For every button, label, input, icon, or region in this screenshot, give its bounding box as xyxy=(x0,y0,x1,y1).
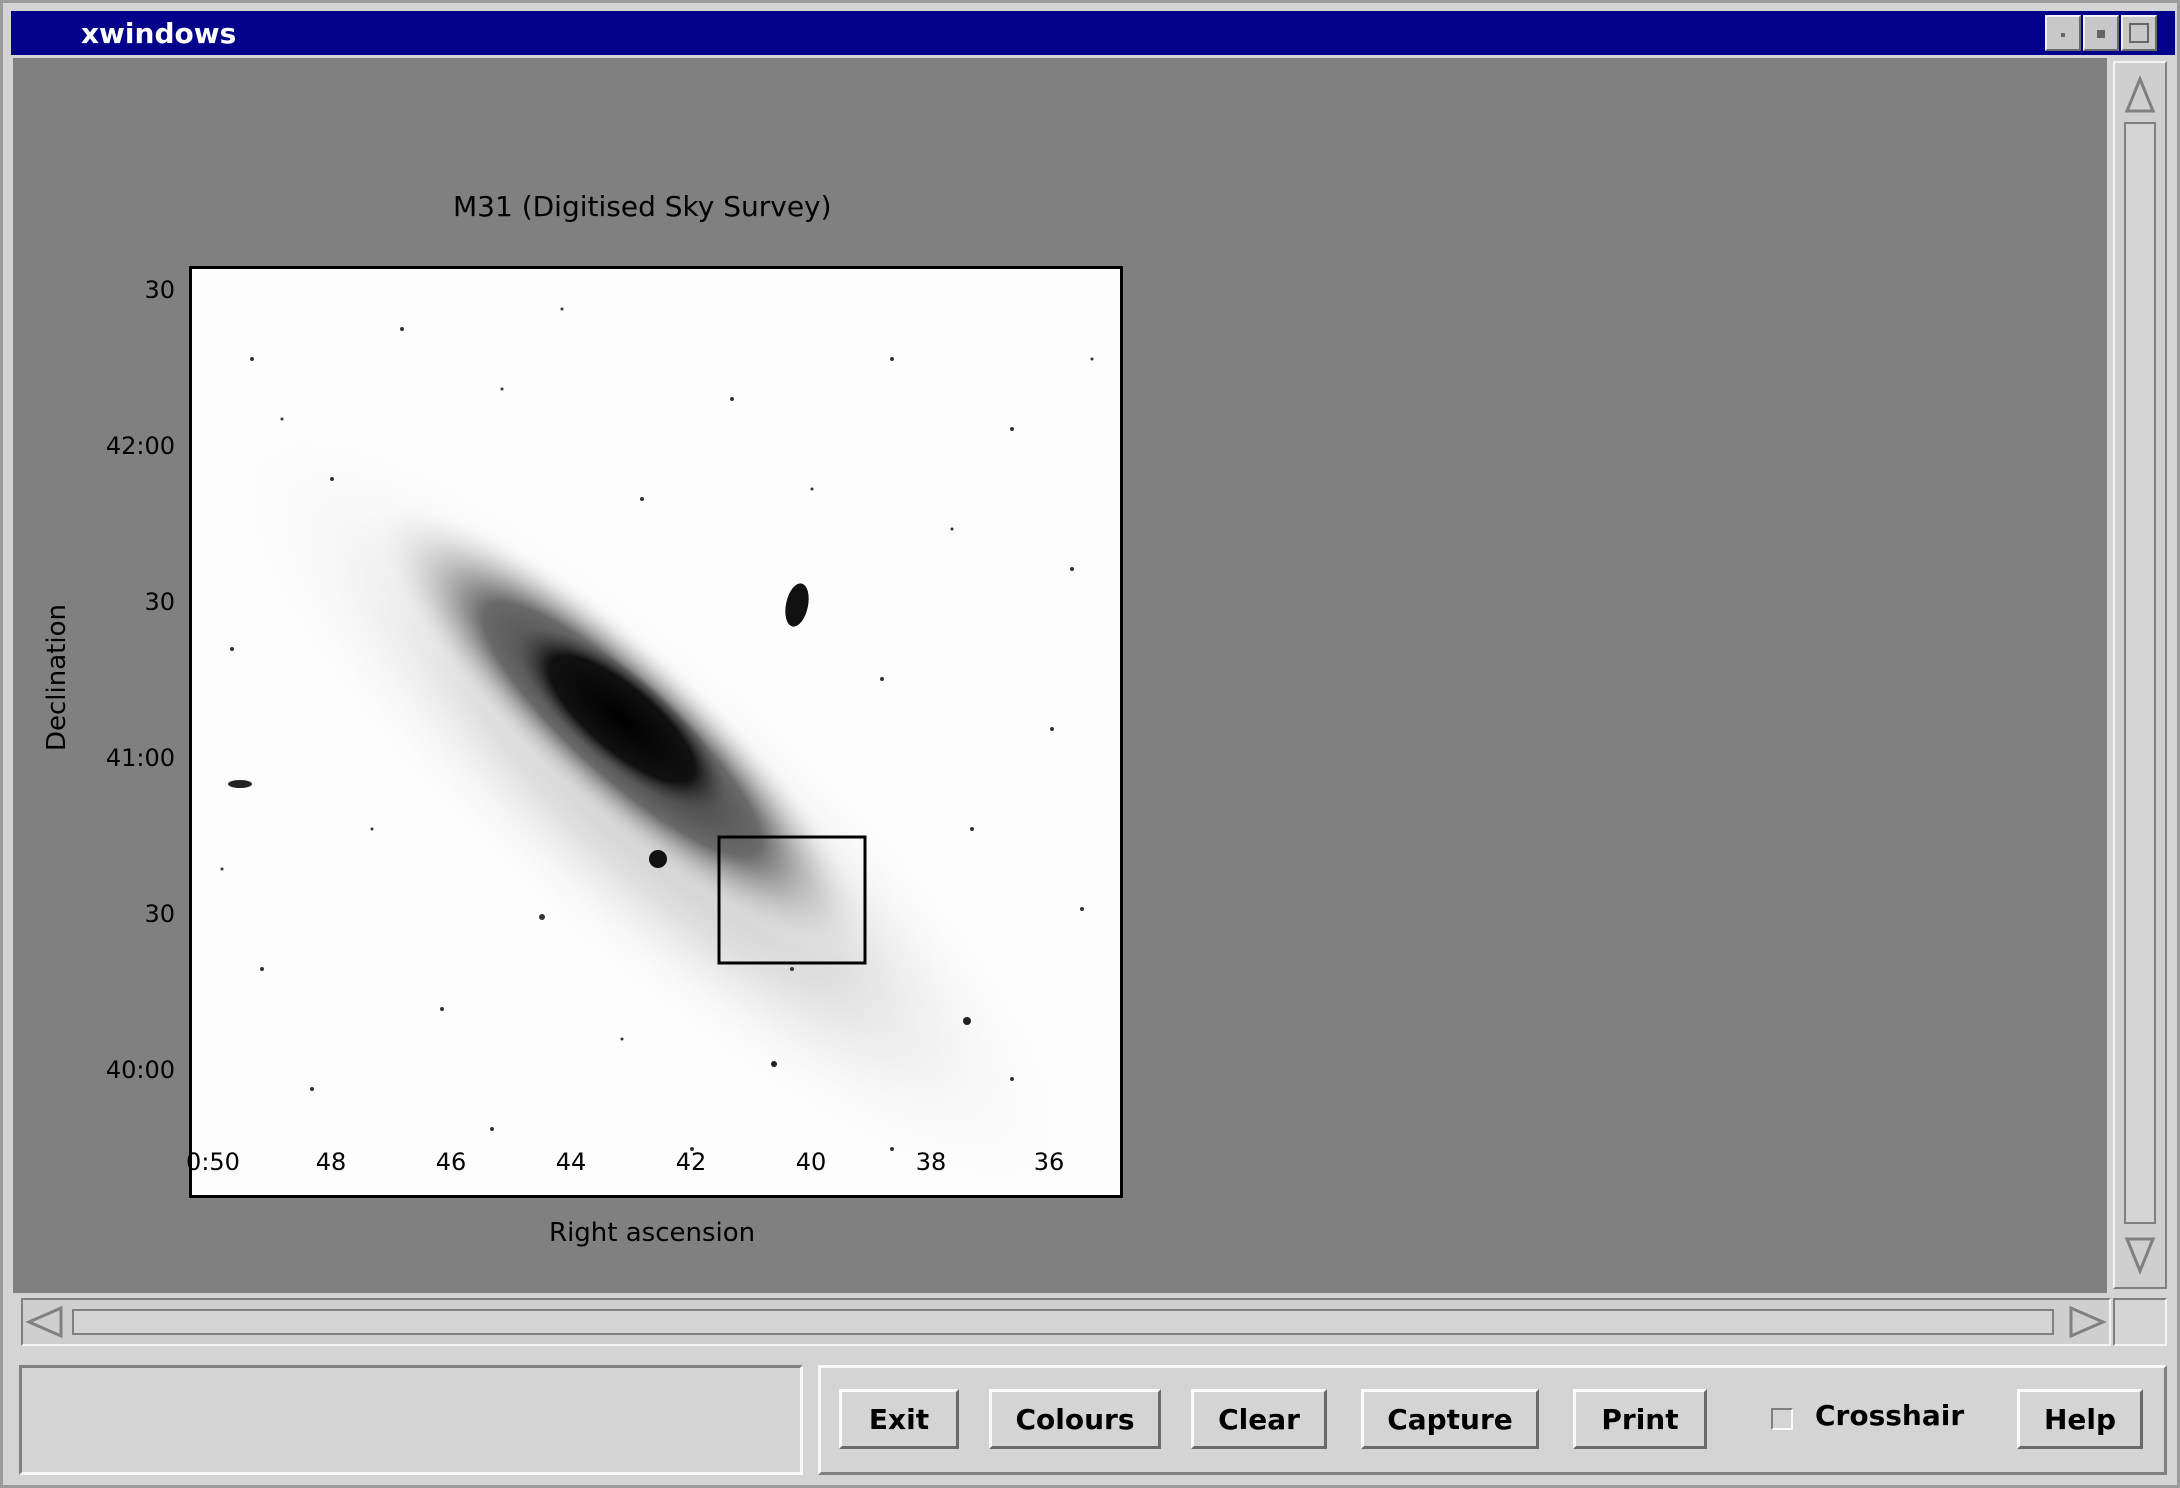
title-bar[interactable]: xwindows xyxy=(11,11,2175,55)
vertical-scrollbar[interactable] xyxy=(2113,61,2167,1289)
crosshair-checkbox[interactable] xyxy=(1771,1408,1793,1430)
menu-button[interactable] xyxy=(2045,15,2081,51)
galaxy-image xyxy=(192,269,1120,1195)
x-tick-label: 44 xyxy=(555,1148,587,1176)
scroll-corner xyxy=(2113,1298,2167,1346)
clear-button[interactable]: Clear xyxy=(1191,1389,1327,1449)
x-tick-label: 38 xyxy=(915,1148,947,1176)
y-tick-label: 40:00 xyxy=(105,1056,175,1084)
y-tick-label: 42:00 xyxy=(105,432,175,460)
x-axis-title: Right ascension xyxy=(549,1218,756,1248)
plot-canvas[interactable]: M31 (Digitised Sky Survey) 30 42:00 30 4… xyxy=(13,58,2107,1293)
y-tick-label: 30 xyxy=(144,276,175,304)
x-tick-label: 42 xyxy=(675,1148,707,1176)
x-tick-label: 48 xyxy=(315,1148,347,1176)
colours-button[interactable]: Colours xyxy=(989,1389,1161,1449)
x-tick-label: 0:50 xyxy=(186,1148,240,1176)
x-tick-label: 36 xyxy=(1033,1148,1065,1176)
plot-title: M31 (Digitised Sky Survey) xyxy=(453,190,832,223)
crosshair-label[interactable]: Crosshair xyxy=(1815,1399,1964,1432)
print-button[interactable]: Print xyxy=(1573,1389,1707,1449)
sky-image[interactable] xyxy=(189,266,1123,1198)
maximize-button[interactable] xyxy=(2121,15,2157,51)
status-panel xyxy=(19,1365,803,1475)
x-tick-label: 46 xyxy=(435,1148,467,1176)
minimize-button[interactable] xyxy=(2083,15,2119,51)
capture-button[interactable]: Capture xyxy=(1361,1389,1539,1449)
scrollbar-graphic xyxy=(25,1305,2107,1339)
x-tick-label: 40 xyxy=(795,1148,827,1176)
exit-button[interactable]: Exit xyxy=(839,1389,959,1449)
xwindows-window: xwindows M31 (Digitised Sky Survey) 30 4… xyxy=(0,0,2180,1488)
y-tick-label: 30 xyxy=(144,900,175,928)
help-button[interactable]: Help xyxy=(2017,1389,2143,1449)
horizontal-scrollbar[interactable] xyxy=(21,1298,2111,1346)
y-tick-label: 30 xyxy=(144,588,175,616)
y-axis-title: Declination xyxy=(42,604,72,751)
scrollbar-graphic xyxy=(2124,75,2156,1275)
y-tick-label: 41:00 xyxy=(105,744,175,772)
window-title: xwindows xyxy=(81,17,237,50)
